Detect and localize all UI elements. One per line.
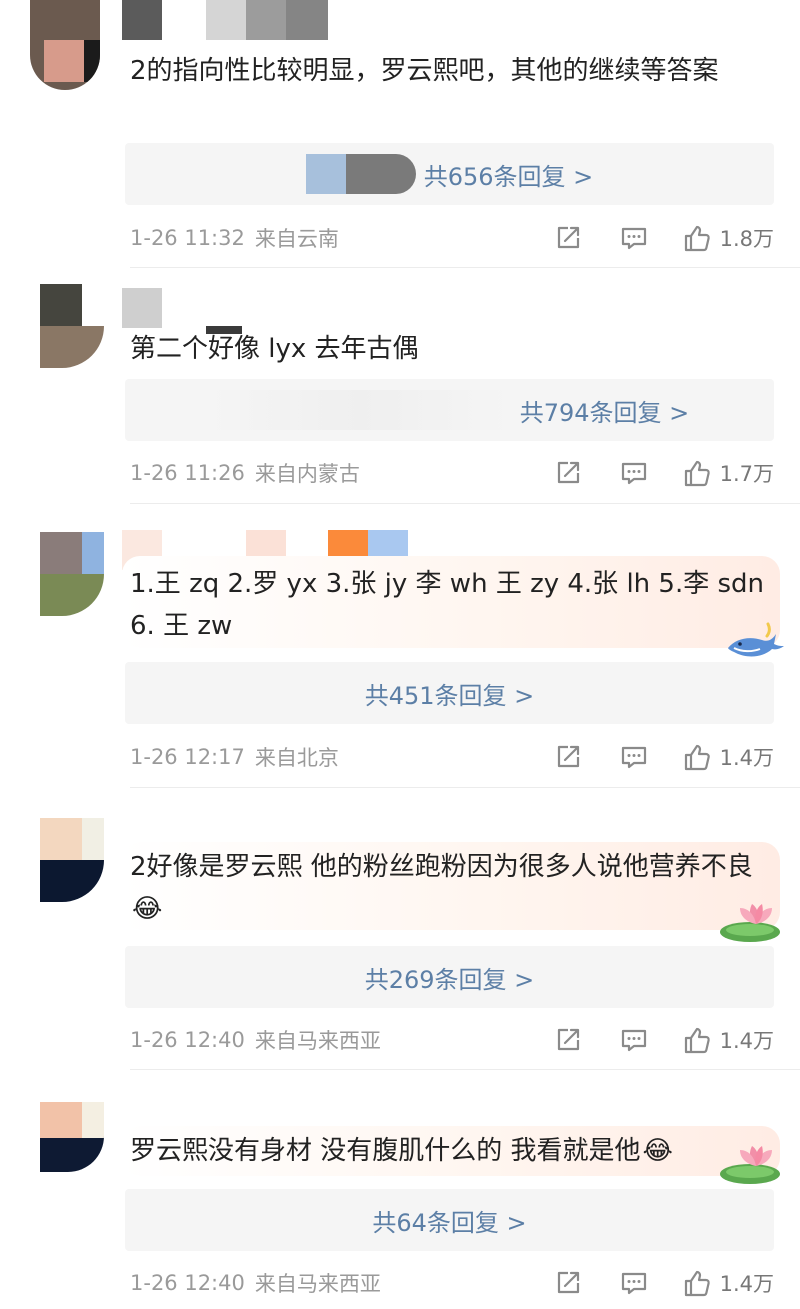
timestamp: 1-26 12:17 [130,745,245,769]
laughing-emoji: 😂 [132,894,163,924]
comment-button[interactable] [620,224,648,252]
action-bar: 1.4万 [554,742,774,772]
location: 来自北京 [254,746,339,770]
comment-meta: 1-26 12:40 来自马来西亚 1.4万 [130,1020,774,1060]
comment-text: 第二个好像 lyx 去年古偶 [130,334,419,364]
username-blurred[interactable] [122,288,242,334]
avatar[interactable] [40,818,104,902]
username-blurred[interactable] [122,0,332,40]
share-icon [557,745,579,768]
view-replies-button[interactable]: 共269条回复 > [125,946,774,1008]
reply-avatar-blurred [305,154,346,194]
location: 来自云南 [254,227,339,251]
share-icon [557,1271,579,1294]
replies-count-label: 共269条回复 > [364,965,535,994]
comment-feed: 2的指向性比较明显，罗云熙吧，其他的继续等答案 共656条回复 > 1-26 1… [0,0,800,1309]
thumbs-up-icon [684,1270,710,1297]
like-button[interactable]: 1.4万 [682,742,774,772]
reply-avatar-blurred [209,390,510,430]
like-button[interactable]: 1.4万 [682,1268,774,1298]
comment-meta: 1-26 12:17 来自北京 1.4万 [130,737,774,777]
lotus-bubble-decoration [720,904,780,942]
laughing-emoji: 😂 [642,1136,673,1166]
comment-icon [621,1029,646,1052]
timestamp: 1-26 11:26 [130,461,245,485]
avatar[interactable] [40,532,104,616]
comment-meta: 1-26 11:32 来自云南 1.8万 [130,218,774,258]
comment-button[interactable] [620,743,648,771]
timestamp: 1-26 12:40 [130,1028,245,1052]
share-button[interactable] [554,459,582,487]
replies-count-label: 共451条回复 > [364,681,535,710]
thumbs-up-icon [684,744,710,771]
thumbs-up-icon [684,225,710,252]
like-count: 1.4万 [719,746,774,770]
replies-count-label: 共794条回复 > [519,398,690,427]
comment-icon [621,462,646,485]
share-button[interactable] [554,224,582,252]
reply-avatar-blurred [345,154,416,194]
share-icon [557,1028,579,1051]
divider [130,1069,800,1070]
like-count: 1.4万 [719,1029,774,1053]
like-button[interactable]: 1.7万 [682,458,774,488]
timestamp: 1-26 11:32 [130,226,245,250]
like-count: 1.8万 [719,227,774,251]
avatar[interactable] [40,1102,104,1172]
view-replies-button[interactable]: 共64条回复 > [125,1189,774,1251]
divider [130,503,800,504]
comment-icon [621,746,646,769]
location: 来自内蒙古 [254,462,360,486]
comment-text: 1.王 zq 2.罗 yx 3.张 jy 李 wh 王 zy 4.张 lh 5.… [130,569,765,641]
lotus-bubble-decoration [720,1146,780,1184]
comment-text: 2的指向性比较明显，罗云熙吧，其他的继续等答案 [130,56,719,86]
comment-text-body: 罗云熙没有身材 没有腹肌什么的 我看就是他 [130,1136,641,1166]
avatar[interactable] [30,0,100,90]
view-replies-button[interactable]: 共656条回复 > [125,143,774,205]
comment-button[interactable] [620,1269,648,1297]
action-bar: 1.4万 [554,1025,774,1055]
like-count: 1.7万 [719,462,774,486]
share-button[interactable] [554,743,582,771]
share-icon [557,461,579,484]
comment-icon [621,227,646,250]
comment-text: 罗云熙没有身材 没有腹肌什么的 我看就是他😂 [130,1130,780,1172]
like-button[interactable]: 1.4万 [682,1025,774,1055]
comment-item: 2的指向性比较明显，罗云熙吧，其他的继续等答案 共656条回复 > 1-26 1… [0,0,800,268]
timestamp: 1-26 12:40 [130,1271,245,1295]
thumbs-up-icon [684,1027,710,1054]
divider [130,267,800,268]
comment-item: 1.王 zq 2.罗 yx 3.张 jy 李 wh 王 zy 4.张 lh 5.… [0,530,800,788]
share-icon [557,226,579,249]
share-button[interactable] [554,1026,582,1054]
action-bar: 1.7万 [554,458,774,488]
view-replies-button[interactable]: 共451条回复 > [125,662,774,724]
share-button[interactable] [554,1269,582,1297]
avatar[interactable] [40,284,104,368]
divider [130,787,800,788]
comment-item: 第二个好像 lyx 去年古偶 共794条回复 > 1-26 11:26 来自内蒙… [0,282,800,504]
comment-meta: 1-26 12:40 来自马来西亚 1.4万 [130,1263,774,1303]
comment-item: 罗云熙没有身材 没有腹肌什么的 我看就是他😂 共64条回复 > 1-26 12:… [0,1098,800,1309]
action-bar: 1.8万 [554,223,774,253]
location: 来自马来西亚 [254,1272,381,1296]
comment-item: 2好像是罗云熙 他的粉丝跑粉因为很多人说他营养不良 😂 共269条回复 > 1-2… [0,814,800,1070]
replies-count-label: 共656条回复 > [423,162,594,191]
action-bar: 1.4万 [554,1268,774,1298]
comment-text: 2好像是罗云熙 他的粉丝跑粉因为很多人说他营养不良 😂 [130,846,780,930]
whale-bubble-decoration [728,622,784,657]
like-button[interactable]: 1.8万 [682,223,774,253]
comment-text-body: 2好像是罗云熙 他的粉丝跑粉因为很多人说他营养不良 [130,852,753,882]
comment-button[interactable] [620,459,648,487]
comment-icon [621,1272,646,1295]
replies-count-label: 共64条回复 > [372,1208,527,1237]
comment-meta: 1-26 11:26 来自内蒙古 1.7万 [130,453,774,493]
like-count: 1.4万 [719,1272,774,1296]
thumbs-up-icon [684,460,710,487]
location: 来自马来西亚 [254,1029,381,1053]
comment-button[interactable] [620,1026,648,1054]
view-replies-button[interactable]: 共794条回复 > [125,379,774,441]
